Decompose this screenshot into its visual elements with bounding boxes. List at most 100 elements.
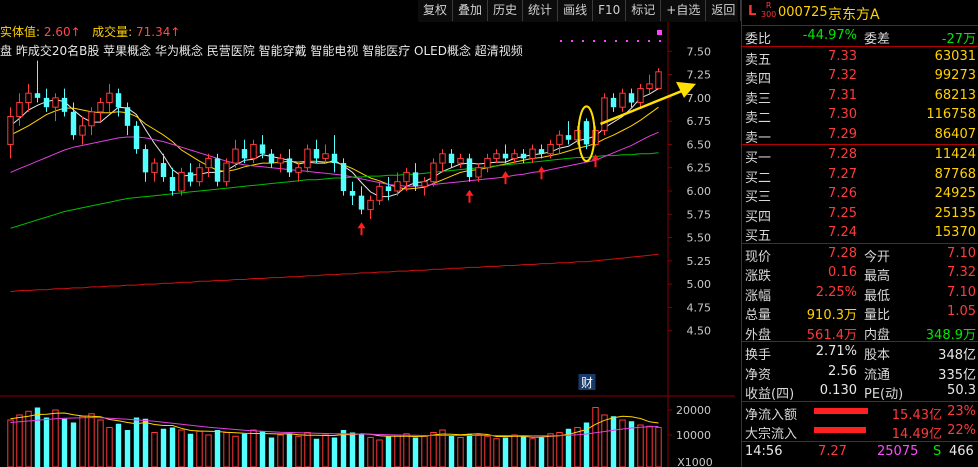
ask-label: 卖三 (745, 91, 772, 107)
weicha-value: -27万 (941, 32, 976, 47)
flow-value: 14.49亿 (891, 427, 942, 442)
tick-extra: 466 (949, 443, 974, 459)
ask-price: 7.32 (828, 68, 857, 83)
toolbar-button-add-watchlist[interactable]: +自选 (661, 0, 707, 21)
weibi-value: -44.97% (802, 28, 857, 43)
finance-marker-label: 财 (581, 376, 593, 390)
candle-body (655, 71, 662, 90)
volume-bar (43, 417, 50, 467)
candle-body (277, 157, 284, 164)
dot-marker (560, 40, 562, 42)
price-ma-line (10, 253, 659, 293)
ask-level-row: 卖三 7.31 68213 (742, 86, 978, 107)
dot-marker (657, 30, 662, 35)
toolbar-button-f10[interactable]: F10 (593, 0, 627, 21)
flow-percent: 22% (947, 423, 976, 438)
toolbar-button-back[interactable]: 返回 (706, 0, 742, 21)
candle-body (187, 172, 194, 182)
ask-label: 卖一 (745, 130, 772, 146)
body-value: 2.60↑ (43, 25, 81, 39)
candle-body (637, 88, 644, 104)
chart-toolbar: 复权 叠加 历史 统计 画线 F10 标记 +自选 返回 (418, 0, 742, 22)
candle-body (610, 97, 617, 108)
turnover-value: 71.34↑ (135, 25, 181, 39)
candle-body (538, 149, 545, 154)
candle-body (466, 158, 473, 178)
volume-bar (196, 430, 203, 467)
ask-volume: 63031 (934, 48, 976, 64)
fund-value: 348亿 (938, 348, 976, 363)
dot-marker (615, 40, 617, 42)
ask-label: 卖四 (745, 72, 772, 87)
candle-body (484, 157, 491, 169)
price-tick-label: 6.25 (687, 162, 712, 175)
volume-bar (538, 437, 545, 467)
toolbar-button-draw[interactable]: 画线 (558, 0, 594, 21)
volume-bar (475, 434, 482, 467)
stat-label: 量比 (864, 308, 891, 323)
volume-bar (205, 434, 212, 467)
candle-body (565, 135, 572, 140)
volume-bar (133, 417, 140, 467)
fund-row: 换手 2.71% 股本 348亿 (742, 342, 978, 363)
bid-volume: 25135 (934, 205, 976, 221)
ask-price: 7.33 (828, 48, 857, 64)
volume-bar (367, 437, 374, 467)
candle-body (331, 153, 338, 164)
toolbar-button-mark[interactable]: 标记 (626, 0, 662, 21)
volume-bar (421, 435, 428, 467)
flow-value: 15.43亿 (891, 407, 942, 423)
candle-body (493, 153, 500, 159)
volume-bar (304, 432, 311, 467)
volume-bar (322, 434, 329, 467)
stat-value: 1.05 (947, 304, 976, 319)
volume-bar (70, 422, 77, 467)
bid-label: 买二 (745, 170, 772, 186)
fund-label: 净资 (745, 367, 772, 383)
toolbar-button-overlay[interactable]: 叠加 (453, 0, 489, 21)
candle-body (259, 144, 266, 154)
up-arrow-annotation (465, 189, 474, 203)
candle-body (286, 158, 293, 173)
candle-body (43, 97, 50, 108)
volume-bar (340, 430, 347, 467)
bid-price: 7.25 (828, 205, 857, 221)
volume-bar (61, 418, 68, 467)
candle-body (430, 162, 437, 183)
ask-level-row: 卖二 7.30 116758 (742, 105, 978, 126)
indicator-line: 实体值: 2.60↑ 成交量: 71.34↑ (0, 23, 180, 40)
ask-price: 7.31 (828, 87, 857, 103)
volume-bar (448, 435, 455, 467)
volume-bar (412, 437, 419, 467)
fund-value: 0.130 (819, 383, 857, 398)
toolbar-button-fuquan[interactable]: 复权 (418, 0, 454, 21)
candle-body (322, 153, 329, 159)
bid-volume: 87768 (934, 166, 976, 182)
fund-label: 收益(四) (745, 387, 795, 402)
candle-body (70, 111, 77, 136)
kline-chart-area[interactable]: 7.50 7.25 7.00 6.75 6.50 6.25 6.00 5.75 5.50 5.25… (0, 0, 741, 467)
candle-body (421, 181, 428, 187)
toolbar-button-history[interactable]: 历史 (488, 0, 524, 21)
volume-bar (178, 429, 185, 467)
toolbar-button-stats[interactable]: 统计 (523, 0, 559, 21)
quote-panel: L R 300 000725 京东方A 委比 -44.97% 委差 -27万 卖五… (741, 0, 978, 467)
candle-body (601, 97, 608, 131)
volume-bar (88, 413, 95, 467)
stat-value: 348.9万 (925, 327, 976, 343)
candle-body (79, 125, 86, 136)
volume-bar (259, 431, 266, 467)
dot-marker (604, 40, 606, 42)
price-tick-label: 4.75 (687, 301, 712, 314)
volume-unit-label: X1000 (677, 456, 713, 467)
volume-bar (646, 425, 653, 467)
volume-bar (295, 435, 302, 467)
tick-volume: 25075 (877, 443, 919, 459)
volume-bar (124, 430, 131, 467)
dot-marker (626, 40, 628, 42)
index-tag-bottom: 300 (761, 10, 777, 19)
stat-row: 涨跌 0.16 最高 7.32 (742, 263, 978, 284)
bid-label: 买四 (745, 209, 772, 225)
volume-bar (268, 437, 275, 467)
price-tick-label: 7.25 (687, 69, 712, 82)
